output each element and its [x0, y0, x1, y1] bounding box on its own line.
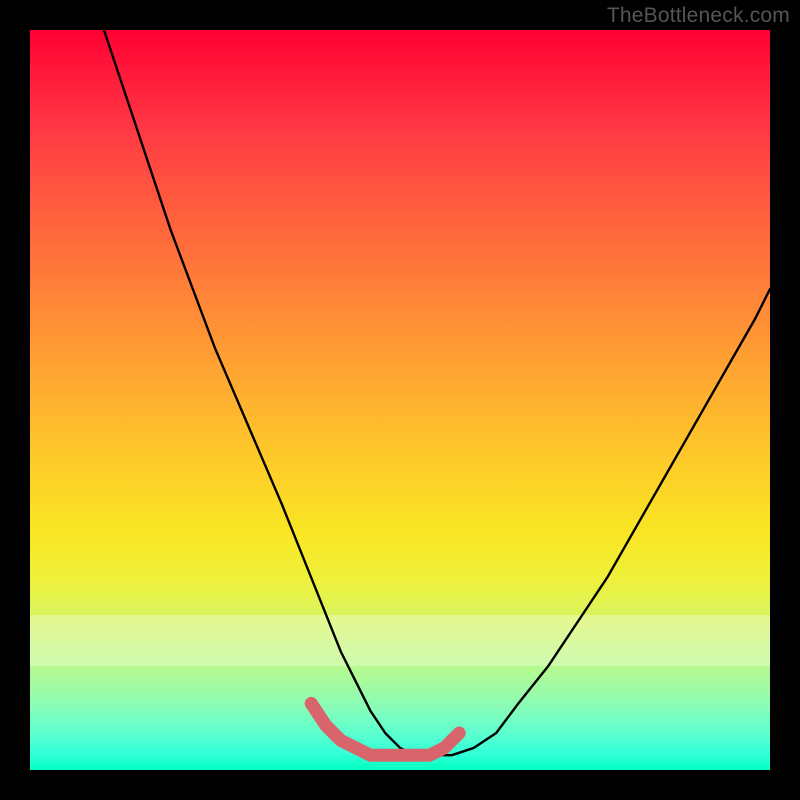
watermark-text: TheBottleneck.com [607, 4, 790, 28]
bottleneck-curve [104, 30, 770, 755]
optimal-zone [311, 703, 459, 755]
chart-svg [30, 30, 770, 770]
plot-area [30, 30, 770, 770]
chart-frame: TheBottleneck.com [0, 0, 800, 800]
